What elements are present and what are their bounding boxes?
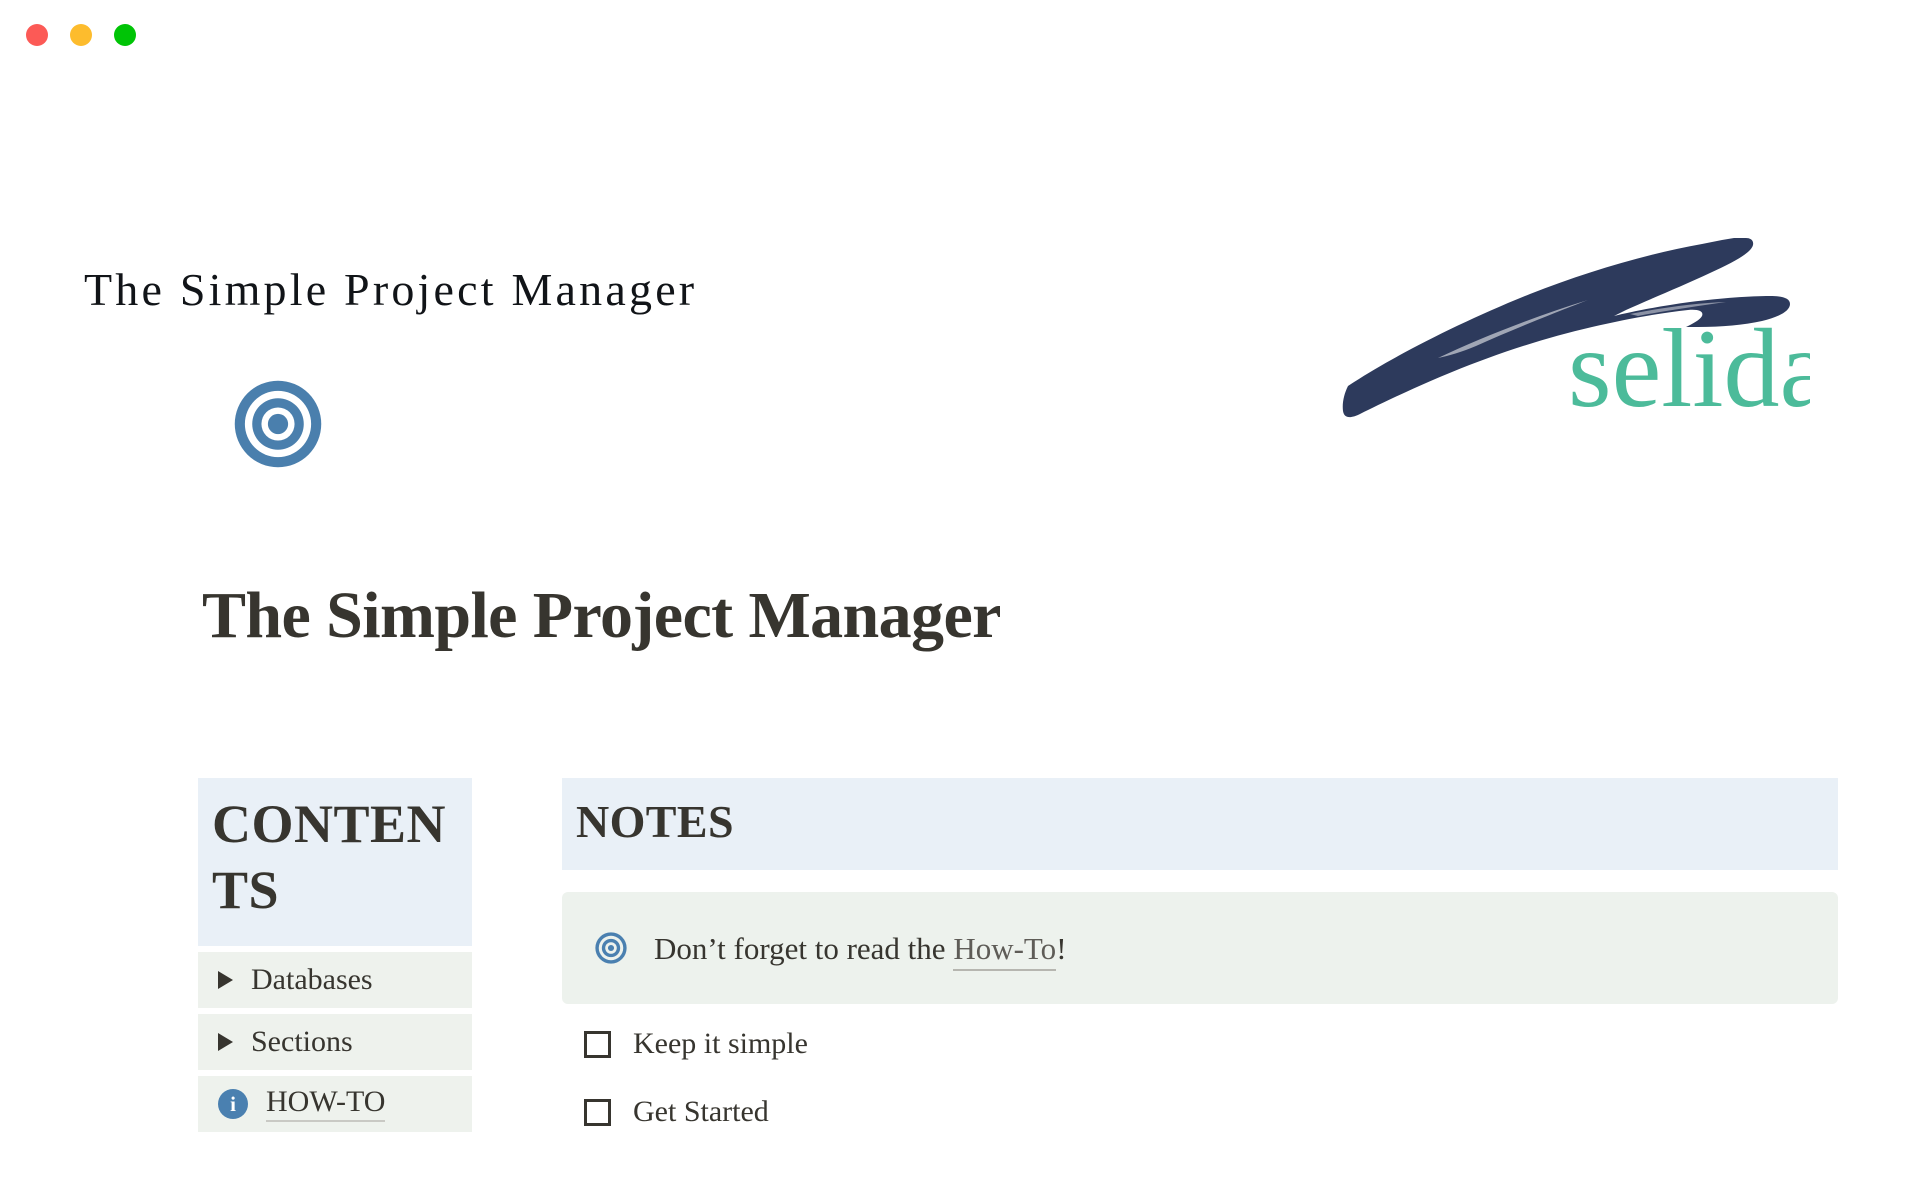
todo-label: Keep it simple <box>633 1027 808 1060</box>
notes-column: NOTES Don’t forget to read the How-To! K… <box>562 778 1838 1140</box>
notes-heading: NOTES <box>562 778 1838 870</box>
svg-text:selida: selida <box>1568 307 1810 431</box>
sidebar-item-how-to[interactable]: i HOW-TO <box>198 1076 472 1132</box>
info-icon: i <box>218 1089 248 1119</box>
sidebar-item-label[interactable]: HOW-TO <box>266 1086 386 1122</box>
minimize-button[interactable] <box>70 24 92 46</box>
contents-column: CONTENTS Databases Sections i HOW-TO <box>198 778 472 1140</box>
window-controls <box>26 24 136 46</box>
callout-text: Don’t forget to read the How-To! <box>654 930 1067 971</box>
todo-item[interactable]: Get Started <box>562 1084 1838 1140</box>
sidebar-item-databases[interactable]: Databases <box>198 952 472 1008</box>
page-body: The Simple Project Manager CONTENTS Data… <box>0 440 1920 1200</box>
cover-artwork <box>0 58 990 440</box>
window-chrome <box>0 0 1920 58</box>
sidebar-item-sections[interactable]: Sections <box>198 1014 472 1070</box>
two-column-layout: CONTENTS Databases Sections i HOW-TO NOT… <box>198 778 1838 1140</box>
contents-heading: CONTENTS <box>198 778 472 946</box>
page-title: The Simple Project Manager <box>202 579 1001 652</box>
page-bullseye-icon[interactable] <box>232 378 324 470</box>
cover-title-text: The Simple Project Manager <box>84 264 698 315</box>
callout-text-after: ! <box>1056 930 1067 966</box>
callout-block[interactable]: Don’t forget to read the How-To! <box>562 892 1838 1004</box>
how-to-link[interactable]: How-To <box>953 930 1057 971</box>
sidebar-item-label: Sections <box>251 1025 353 1058</box>
maximize-button[interactable] <box>114 24 136 46</box>
checkbox[interactable] <box>584 1030 611 1058</box>
callout-text-before: Don’t forget to read the <box>654 930 954 966</box>
toggle-triangle-icon[interactable] <box>218 971 233 989</box>
sidebar-item-label: Databases <box>251 963 373 996</box>
todo-label: Get Started <box>633 1095 769 1128</box>
bullseye-target-icon <box>594 931 628 965</box>
checkbox[interactable] <box>584 1098 611 1126</box>
close-button[interactable] <box>26 24 48 46</box>
selida-logo: selida <box>1330 218 1810 433</box>
column-divider <box>472 778 562 1140</box>
toggle-triangle-icon[interactable] <box>218 1033 233 1051</box>
todo-item[interactable]: Keep it simple <box>562 1016 1838 1072</box>
